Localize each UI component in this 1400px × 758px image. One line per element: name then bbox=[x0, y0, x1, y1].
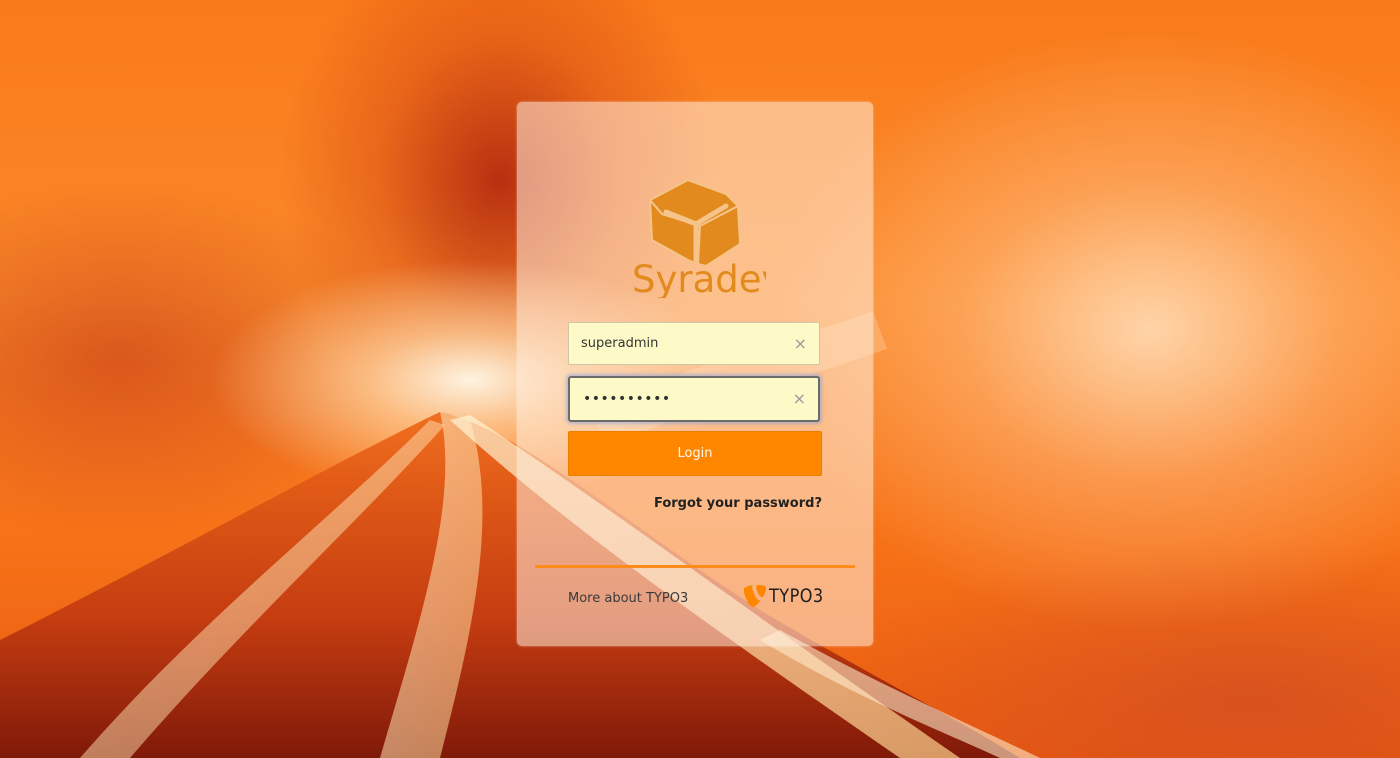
divider bbox=[535, 565, 855, 568]
password-field[interactable]: × bbox=[568, 376, 820, 422]
login-button[interactable]: Login bbox=[568, 431, 822, 476]
username-input[interactable] bbox=[581, 323, 781, 364]
forgot-password-link[interactable]: Forgot your password? bbox=[568, 496, 822, 511]
typo3-logo[interactable]: TYPO3 bbox=[744, 583, 833, 609]
cube-icon: Syradev bbox=[632, 179, 766, 298]
close-icon[interactable]: × bbox=[793, 391, 806, 407]
more-about-typo3-link[interactable]: More about TYPO3 bbox=[568, 591, 688, 606]
brand-name: Syradev bbox=[632, 258, 766, 298]
username-field[interactable]: × bbox=[568, 322, 820, 365]
typo3-icon bbox=[744, 585, 766, 607]
typo3-wordmark: TYPO3 bbox=[769, 585, 824, 607]
close-icon[interactable]: × bbox=[794, 335, 807, 352]
password-input[interactable] bbox=[583, 378, 783, 420]
